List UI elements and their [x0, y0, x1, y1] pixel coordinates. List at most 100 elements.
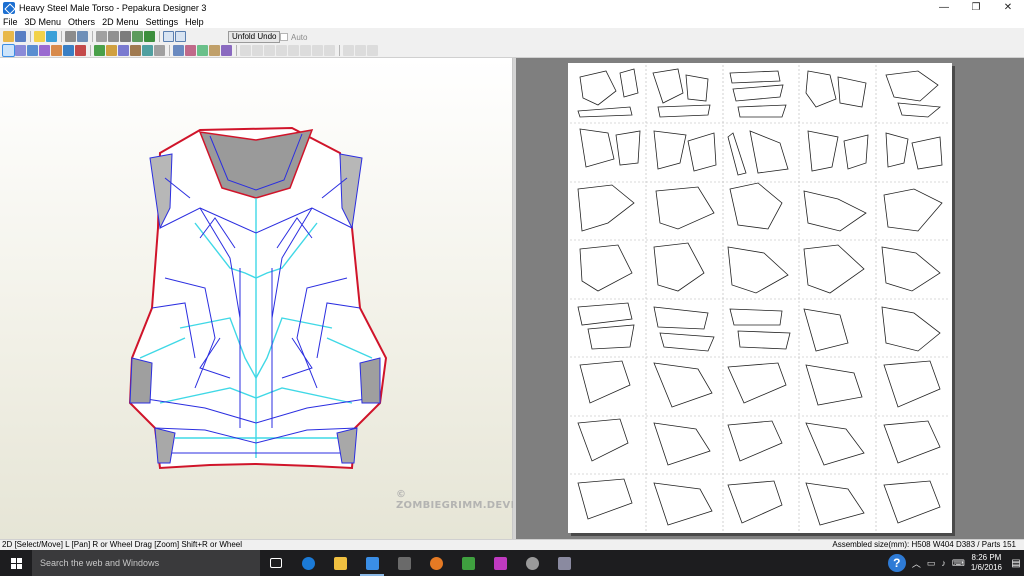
cube-icon[interactable] — [46, 30, 57, 42]
keyboard-icon[interactable]: ⌨ — [952, 558, 965, 569]
search-input[interactable]: Search the web and Windows — [32, 550, 260, 576]
design-button[interactable] — [484, 550, 516, 576]
unfolded-part[interactable] — [737, 104, 787, 118]
zoom-icon[interactable] — [154, 44, 165, 56]
unfolded-part[interactable] — [615, 130, 641, 166]
notifications-icon[interactable]: ▤ — [1008, 550, 1024, 576]
unfolded-part[interactable] — [587, 324, 635, 350]
network-icon[interactable]: ▭ — [927, 558, 936, 569]
start-button[interactable] — [0, 550, 32, 576]
unfolded-part[interactable] — [655, 186, 715, 230]
flag-icon[interactable] — [144, 30, 155, 42]
fold-icon[interactable] — [108, 30, 119, 42]
join-icon[interactable] — [94, 44, 105, 56]
unfolded-part[interactable] — [843, 134, 869, 170]
align-middle-icon[interactable] — [288, 44, 299, 56]
unfolded-part[interactable] — [805, 70, 837, 108]
volume-icon[interactable]: ♪ — [941, 558, 946, 568]
unfolded-part[interactable] — [881, 306, 941, 352]
unfolded-part[interactable] — [729, 182, 783, 230]
text-icon[interactable] — [197, 44, 208, 56]
align-bottom-icon[interactable] — [300, 44, 311, 56]
unfolded-part[interactable] — [807, 130, 839, 172]
color-icon[interactable] — [39, 44, 50, 56]
unfolded-part[interactable] — [579, 128, 615, 168]
unfolded-part[interactable] — [883, 188, 943, 232]
unfolded-part[interactable] — [653, 482, 713, 526]
move-icon[interactable] — [118, 44, 129, 56]
align-right-icon[interactable] — [264, 44, 275, 56]
store-button[interactable] — [388, 550, 420, 576]
fan-button[interactable] — [516, 550, 548, 576]
window-icon[interactable] — [163, 30, 174, 42]
maximize-button[interactable]: ❐ — [960, 0, 992, 15]
align-center-icon[interactable] — [252, 44, 263, 56]
label-icon[interactable] — [142, 44, 153, 56]
unfolded-part[interactable] — [897, 102, 941, 118]
unfolded-part[interactable] — [737, 330, 791, 350]
unfolded-part[interactable] — [727, 132, 747, 176]
pepakura-2-button[interactable] — [548, 550, 580, 576]
unfolded-part[interactable] — [727, 480, 783, 524]
unfolded-part[interactable] — [911, 136, 943, 170]
unfolded-part[interactable] — [653, 242, 705, 292]
align-top-icon[interactable] — [276, 44, 287, 56]
rotate-part-icon[interactable] — [130, 44, 141, 56]
unfolded-part[interactable] — [883, 480, 941, 524]
unfolded-part[interactable] — [579, 70, 617, 106]
menu-3d[interactable]: 3D Menu — [25, 17, 62, 27]
image-icon[interactable] — [27, 44, 38, 56]
unfolded-part[interactable] — [577, 106, 633, 118]
help-icon[interactable]: ? — [887, 554, 906, 572]
texture-icon[interactable] — [132, 30, 143, 42]
unfolded-part[interactable] — [732, 84, 784, 102]
edge-icon[interactable] — [75, 44, 86, 56]
flap-icon[interactable] — [106, 44, 117, 56]
anchor-icon[interactable] — [120, 30, 131, 42]
unfolded-part[interactable] — [652, 68, 684, 104]
unfolded-part[interactable] — [729, 308, 783, 326]
close-button[interactable]: ✕ — [992, 0, 1024, 15]
menu-2d[interactable]: 2D Menu — [102, 17, 139, 27]
scale-icon[interactable] — [209, 44, 220, 56]
2d-view[interactable] — [516, 58, 1024, 539]
unfolded-part[interactable] — [883, 420, 941, 464]
distribute-v-icon[interactable] — [324, 44, 335, 56]
unfolded-part[interactable] — [803, 308, 849, 352]
refresh-icon[interactable] — [367, 44, 378, 56]
ruler-icon[interactable] — [51, 44, 62, 56]
paint-button[interactable] — [452, 550, 484, 576]
bulb-icon[interactable] — [34, 30, 45, 42]
unfolded-part[interactable] — [579, 244, 633, 292]
flip-icon[interactable] — [77, 30, 88, 42]
unfolded-part[interactable] — [653, 130, 687, 170]
unfolded-part[interactable] — [577, 302, 633, 326]
page-icon[interactable] — [173, 44, 184, 56]
view-icon[interactable] — [15, 44, 26, 56]
unfolded-part[interactable] — [619, 68, 639, 98]
unfolded-part[interactable] — [749, 130, 789, 174]
unfolded-part[interactable] — [687, 132, 717, 172]
menu-file[interactable]: File — [3, 17, 18, 27]
unfolded-part[interactable] — [577, 184, 635, 232]
unfolded-part[interactable] — [653, 306, 709, 330]
firefox-button[interactable] — [420, 550, 452, 576]
unfolded-part[interactable] — [653, 362, 713, 408]
menu-others[interactable]: Others — [68, 17, 95, 27]
unfolded-part[interactable] — [659, 332, 715, 352]
unfolded-part[interactable] — [881, 246, 941, 292]
align-left-icon[interactable] — [240, 44, 251, 56]
clock[interactable]: 8:26 PM 1/6/2016 — [971, 553, 1002, 573]
file-explorer-button[interactable] — [324, 550, 356, 576]
open-icon[interactable] — [3, 30, 14, 42]
select-icon[interactable] — [2, 43, 15, 57]
task-view-button[interactable] — [260, 550, 292, 576]
unfolded-part[interactable] — [727, 420, 783, 462]
unfolded-part[interactable] — [883, 360, 941, 408]
unfolded-part[interactable] — [577, 418, 629, 462]
unfolded-part[interactable] — [729, 70, 781, 84]
menu-help[interactable]: Help — [185, 17, 204, 27]
unfolded-part[interactable] — [727, 362, 787, 404]
zoom-fit-icon[interactable] — [355, 44, 366, 56]
unfolded-part[interactable] — [885, 70, 939, 102]
